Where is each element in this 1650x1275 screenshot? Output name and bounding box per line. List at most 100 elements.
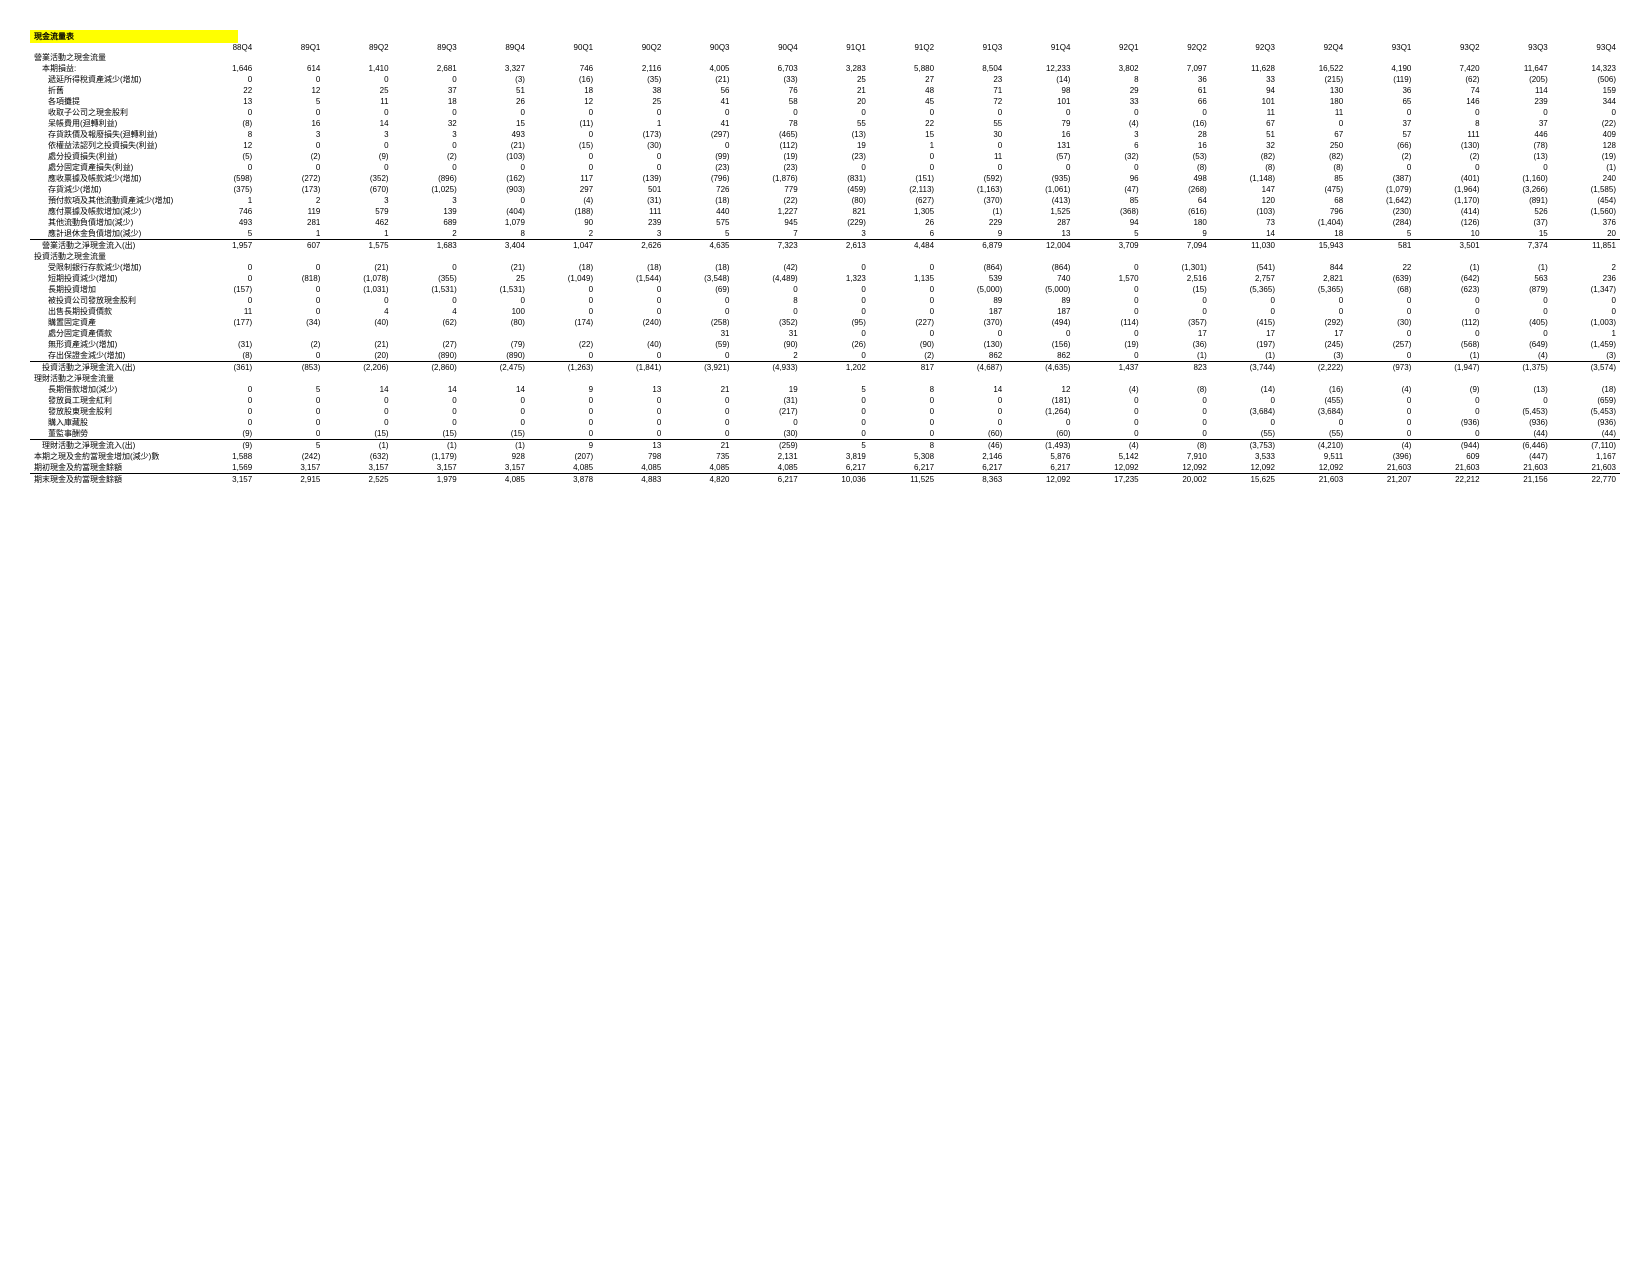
cell: (6,446): [1484, 440, 1552, 452]
cell: (173): [597, 129, 665, 140]
cell: 128: [1552, 140, 1620, 151]
cell: 229: [938, 217, 1006, 228]
row-label: 營業活動之淨現金流入(出): [30, 240, 188, 252]
cell: (240): [597, 317, 665, 328]
period-header: 91Q1: [802, 43, 870, 52]
cell: 1: [597, 118, 665, 129]
cell: 0: [870, 284, 938, 295]
cell: 37: [1347, 118, 1415, 129]
cell: [529, 328, 597, 339]
table-row: 長期投資增加(157)0(1,031)(1,531)(1,531)00(69)0…: [30, 284, 1620, 295]
cell: 10,036: [802, 474, 870, 486]
cell: (8): [1143, 440, 1211, 452]
cell: (494): [1006, 317, 1074, 328]
cell: 0: [597, 295, 665, 306]
cell: 4,005: [665, 63, 733, 74]
cell: 0: [1143, 107, 1211, 118]
row-label: 存出保證金減少(增加): [30, 350, 188, 362]
cell: (30): [597, 140, 665, 151]
cell: 0: [1415, 306, 1483, 317]
cell: 526: [1484, 206, 1552, 217]
cell: 4,085: [597, 462, 665, 474]
cell: 0: [461, 417, 529, 428]
cell: 945: [734, 217, 802, 228]
cell: [938, 251, 1006, 262]
cell: 15: [870, 129, 938, 140]
cell: 281: [256, 217, 324, 228]
cell: (19): [1552, 151, 1620, 162]
cell: 2,915: [256, 474, 324, 486]
cell: 147: [1211, 184, 1279, 195]
cell: (2): [1415, 151, 1483, 162]
cell: (903): [461, 184, 529, 195]
cell: (2): [1347, 151, 1415, 162]
cell: 0: [734, 107, 802, 118]
cell: (103): [1211, 206, 1279, 217]
cell: 0: [870, 162, 938, 173]
table-row: 各項攤提135111826122541582045721013366101180…: [30, 96, 1620, 107]
cell: (42): [734, 262, 802, 273]
cell: 0: [256, 284, 324, 295]
table-row: 出售長期投資價款1104410000000018718700000000: [30, 306, 1620, 317]
cell: 33: [1074, 96, 1142, 107]
cell: 3,283: [802, 63, 870, 74]
cell: (1,025): [393, 184, 461, 195]
cell: 21,603: [1347, 462, 1415, 474]
cell: 36: [1347, 85, 1415, 96]
cell: (944): [1415, 440, 1483, 452]
cell: 0: [665, 107, 733, 118]
cell: 0: [1006, 417, 1074, 428]
cell: (1): [1552, 162, 1620, 173]
cell: 56: [665, 85, 733, 96]
cell: (414): [1415, 206, 1483, 217]
cell: 0: [256, 140, 324, 151]
cell: 0: [1415, 295, 1483, 306]
cell: (1,493): [1006, 440, 1074, 452]
cell: (405): [1484, 317, 1552, 328]
cell: [734, 251, 802, 262]
cell: 5: [1074, 228, 1142, 240]
cell: 89: [938, 295, 1006, 306]
cell: 8,504: [938, 63, 1006, 74]
cell: 4,085: [734, 462, 802, 474]
cell: 8: [1074, 74, 1142, 85]
cell: (68): [1347, 284, 1415, 295]
cell: 2,757: [1211, 273, 1279, 284]
cell: 130: [1279, 85, 1347, 96]
cell: 928: [461, 451, 529, 462]
cell: 100: [461, 306, 529, 317]
row-label: 長期借款增加(減少): [30, 384, 188, 395]
cell: (1,531): [461, 284, 529, 295]
cell: (4): [1074, 440, 1142, 452]
row-label: 出售長期投資價款: [30, 306, 188, 317]
cell: 187: [1006, 306, 1074, 317]
cell: (15): [324, 428, 392, 440]
cell: (80): [802, 195, 870, 206]
table-row: 發放股東現金股利00000000(217)000(1,264)00(3,684)…: [30, 406, 1620, 417]
cell: 862: [938, 350, 1006, 362]
row-label: 購入庫藏股: [30, 417, 188, 428]
cell: (541): [1211, 262, 1279, 273]
cell: [597, 328, 665, 339]
cell: 66: [1143, 96, 1211, 107]
row-label: 無形資產減少(增加): [30, 339, 188, 350]
cell: [734, 52, 802, 63]
cell: 0: [1074, 295, 1142, 306]
table-row: 處分固定資產價款3131000001717170001: [30, 328, 1620, 339]
cell: 11,851: [1552, 240, 1620, 252]
cell: 1,569: [188, 462, 256, 474]
cell: [393, 373, 461, 384]
period-header: 93Q2: [1415, 43, 1483, 52]
cell: (352): [324, 173, 392, 184]
cell: 17: [1211, 328, 1279, 339]
cell: 22,212: [1415, 474, 1483, 486]
cell: 6: [870, 228, 938, 240]
cell: 180: [1279, 96, 1347, 107]
cell: 1,575: [324, 240, 392, 252]
cell: 3,404: [461, 240, 529, 252]
cell: (4): [1347, 384, 1415, 395]
period-header: 90Q2: [597, 43, 665, 52]
cell: (5,000): [938, 284, 1006, 295]
table-row: 期初現金及約當現金餘額1,5693,1573,1573,1573,1574,08…: [30, 462, 1620, 474]
period-header: 89Q1: [256, 43, 324, 52]
